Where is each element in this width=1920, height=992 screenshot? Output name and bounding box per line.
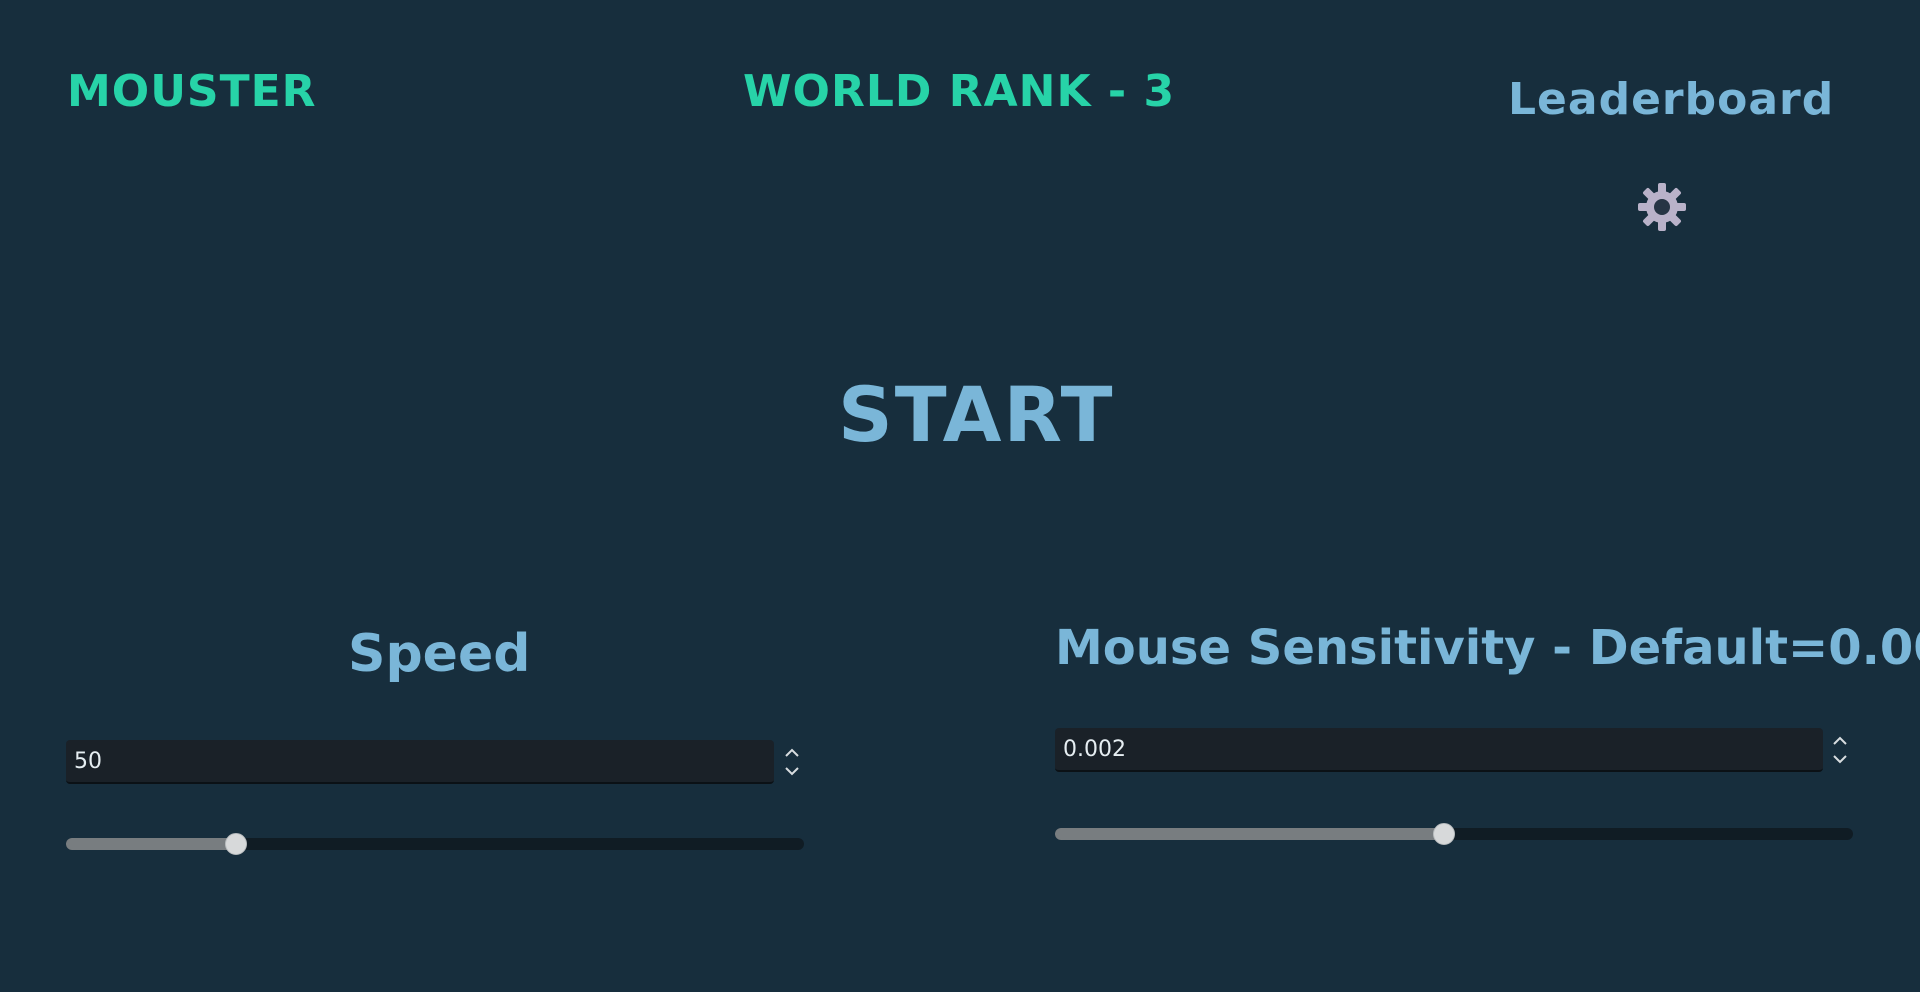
sensitivity-slider-fill: [1055, 828, 1444, 840]
sensitivity-slider-thumb[interactable]: [1432, 823, 1455, 845]
world-rank: WORLD RANK - 3: [743, 66, 1176, 117]
speed-input[interactable]: [66, 740, 774, 784]
speed-slider[interactable]: [66, 833, 804, 855]
speed-label: Speed: [348, 624, 531, 684]
speed-stepper[interactable]: [781, 740, 803, 784]
game-title: MOUSTER: [67, 66, 317, 117]
game-menu: MOUSTER WORLD RANK - 3 Leaderboard START…: [0, 0, 1920, 992]
sensitivity-stepper[interactable]: [1829, 728, 1851, 772]
sensitivity-input[interactable]: [1055, 728, 1823, 772]
sensitivity-label: Mouse Sensitivity - Default=0.002: [1055, 620, 1920, 676]
speed-slider-fill: [66, 838, 236, 850]
start-button[interactable]: START: [838, 370, 1114, 459]
speed-slider-thumb[interactable]: [224, 833, 247, 855]
leaderboard-button[interactable]: Leaderboard: [1508, 74, 1834, 125]
sensitivity-slider[interactable]: [1055, 823, 1853, 845]
gear-icon[interactable]: [1636, 181, 1688, 233]
